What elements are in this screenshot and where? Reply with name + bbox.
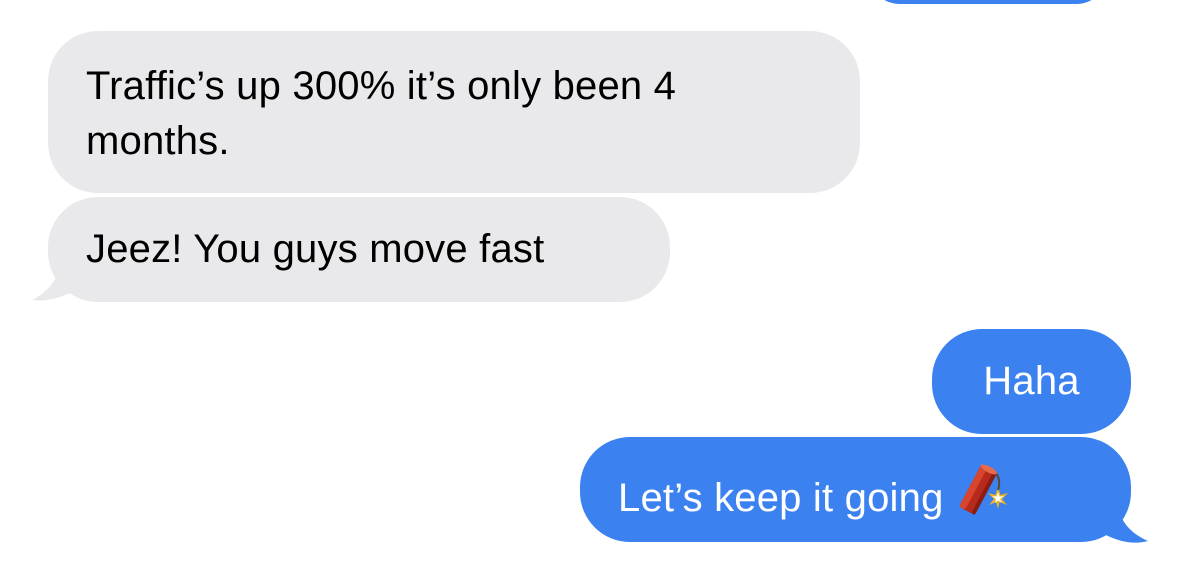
message-text: Haha <box>983 359 1080 403</box>
message-text: Let’s keep it going <box>618 476 944 521</box>
incoming-bubble-tail <box>32 262 72 301</box>
previous-outgoing-bubble-partial <box>868 0 1108 4</box>
message-text: Traffic’s up 300% it’s only been 4 month… <box>86 64 677 163</box>
message-bubble-incoming[interactable]: Traffic’s up 300% it’s only been 4 month… <box>48 31 860 193</box>
message-bubble-outgoing[interactable]: Let’s keep it going <box>580 437 1131 542</box>
message-text: Jeez! You guys move fast <box>86 227 545 271</box>
message-bubble-incoming[interactable]: Jeez! You guys move fast <box>48 197 670 302</box>
outgoing-bubble-tail <box>1106 505 1148 543</box>
message-bubble-outgoing[interactable]: Haha <box>932 329 1131 434</box>
firecracker-emoji-icon <box>954 458 1016 535</box>
previous-outgoing-bubble-tail-partial <box>1110 0 1150 4</box>
